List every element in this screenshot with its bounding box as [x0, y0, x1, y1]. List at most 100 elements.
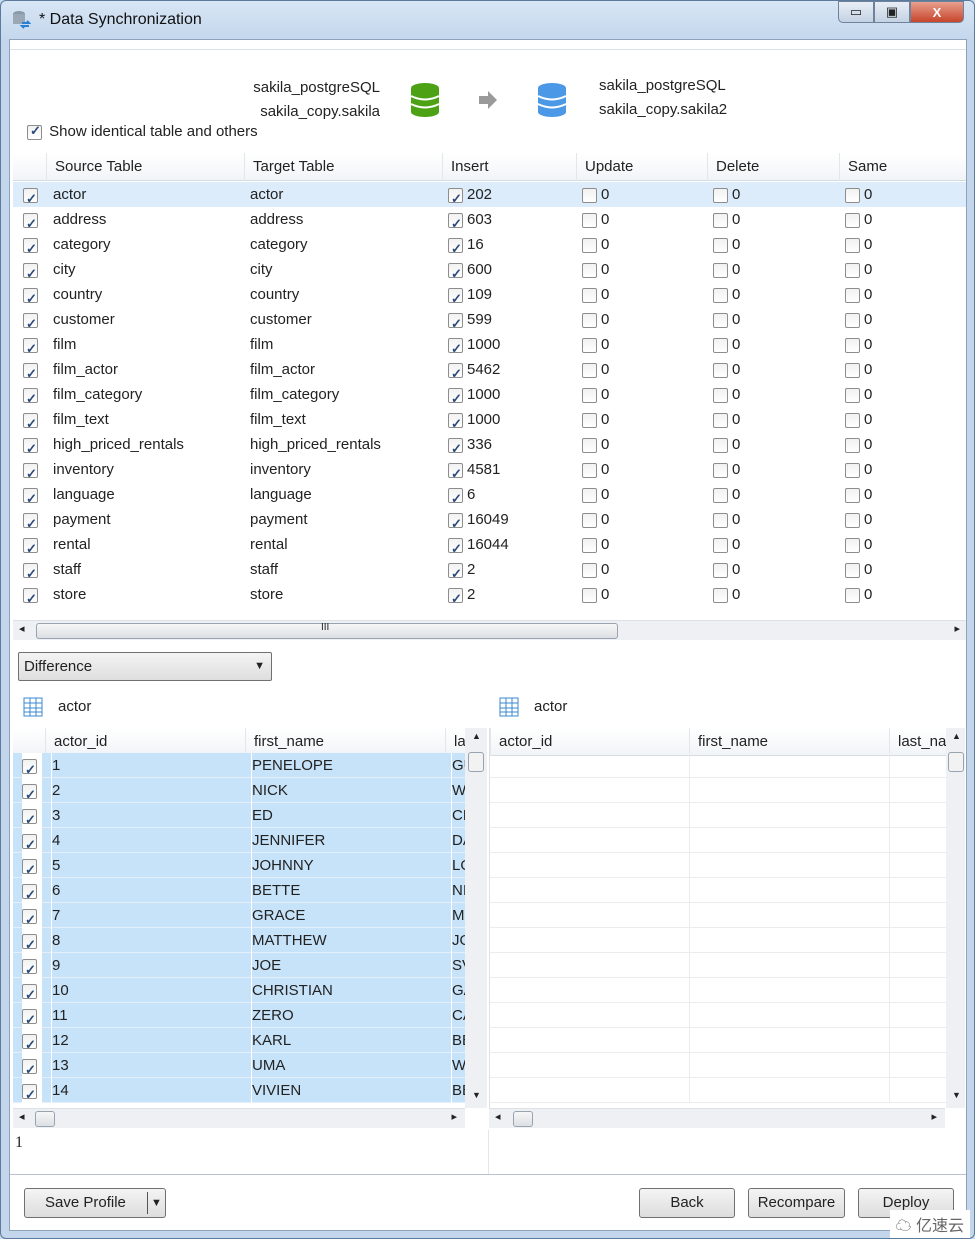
table-row[interactable]: actor actor 202 0 0 0	[13, 182, 966, 207]
row-checkbox[interactable]	[22, 928, 42, 953]
scrollbar-thumb[interactable]	[468, 752, 484, 772]
update-checkbox[interactable]	[582, 587, 597, 603]
row-checkbox[interactable]	[23, 507, 43, 532]
delete-checkbox[interactable]	[713, 512, 728, 528]
delete-count[interactable]: 0	[713, 557, 833, 582]
data-row[interactable]: 9 JOE SV	[13, 953, 466, 978]
column-header-source-table[interactable]: Source Table	[46, 153, 244, 181]
same-count[interactable]: 0	[845, 482, 965, 507]
insert-checkbox[interactable]	[448, 436, 463, 457]
same-checkbox[interactable]	[845, 287, 860, 303]
update-checkbox[interactable]	[582, 487, 597, 503]
vertical-scrollbar[interactable]: ▲ ▼	[465, 728, 487, 1108]
update-count[interactable]: 0	[582, 582, 702, 607]
column-header-1[interactable]: first_name	[689, 728, 889, 756]
checkbox[interactable]	[22, 832, 37, 853]
insert-checkbox[interactable]	[448, 561, 463, 582]
checkbox[interactable]	[23, 336, 38, 357]
update-count[interactable]: 0	[582, 332, 702, 357]
insert-checkbox[interactable]	[448, 586, 463, 607]
table-row[interactable]: city city 600 0 0 0	[13, 257, 966, 282]
delete-checkbox[interactable]	[713, 237, 728, 253]
delete-count[interactable]: 0	[713, 507, 833, 532]
vertical-scrollbar[interactable]: ▲ ▼	[946, 728, 965, 1108]
delete-checkbox[interactable]	[713, 187, 728, 203]
column-header-insert[interactable]: Insert	[442, 153, 576, 181]
delete-count[interactable]: 0	[713, 307, 833, 332]
update-checkbox[interactable]	[582, 187, 597, 203]
row-checkbox[interactable]	[22, 753, 42, 778]
insert-checkbox[interactable]	[448, 186, 463, 207]
row-checkbox[interactable]	[22, 1028, 42, 1053]
delete-count[interactable]: 0	[713, 457, 833, 482]
insert-count[interactable]: 16	[448, 232, 568, 257]
insert-checkbox[interactable]	[448, 211, 463, 232]
data-row[interactable]: 10 CHRISTIAN GA	[13, 978, 466, 1003]
dropdown-arrow-icon[interactable]: ▼	[151, 1189, 162, 1217]
delete-checkbox[interactable]	[713, 412, 728, 428]
insert-checkbox[interactable]	[448, 236, 463, 257]
checkbox[interactable]	[23, 586, 38, 607]
table-row[interactable]: store store 2 0 0 0	[13, 582, 966, 607]
same-count[interactable]: 0	[845, 232, 965, 257]
checkbox[interactable]	[22, 982, 37, 1003]
checkbox[interactable]	[23, 436, 38, 457]
same-count[interactable]: 0	[845, 432, 965, 457]
insert-count[interactable]: 336	[448, 432, 568, 457]
insert-count[interactable]: 109	[448, 282, 568, 307]
same-count[interactable]: 0	[845, 307, 965, 332]
insert-count[interactable]: 599	[448, 307, 568, 332]
column-header-0[interactable]: actor_id	[45, 728, 245, 756]
insert-count[interactable]: 16049	[448, 507, 568, 532]
update-count[interactable]: 0	[582, 357, 702, 382]
same-count[interactable]: 0	[845, 407, 965, 432]
checkbox[interactable]	[23, 236, 38, 257]
same-count[interactable]: 0	[845, 507, 965, 532]
checkbox[interactable]	[23, 511, 38, 532]
update-count[interactable]: 0	[582, 257, 702, 282]
back-button[interactable]: Back	[639, 1188, 735, 1218]
table-row[interactable]: inventory inventory 4581 0 0 0	[13, 457, 966, 482]
insert-checkbox[interactable]	[448, 311, 463, 332]
data-row[interactable]: 7 GRACE M	[13, 903, 465, 928]
insert-checkbox[interactable]	[448, 386, 463, 407]
same-count[interactable]: 0	[845, 282, 965, 307]
update-checkbox[interactable]	[582, 262, 597, 278]
row-checkbox[interactable]	[23, 432, 43, 457]
source-detail-text[interactable]: 1	[13, 1130, 487, 1174]
checkbox[interactable]	[23, 311, 38, 332]
table-row[interactable]: address address 603 0 0 0	[13, 207, 966, 232]
row-checkbox[interactable]	[22, 1078, 42, 1103]
insert-count[interactable]: 4581	[448, 457, 568, 482]
scrollbar-thumb[interactable]	[35, 1111, 55, 1127]
data-row[interactable]: 2 NICK W	[13, 778, 466, 803]
delete-count[interactable]: 0	[713, 332, 833, 357]
table-horizontal-scrollbar[interactable]: ◂ III ▸	[13, 620, 966, 640]
delete-count[interactable]: 0	[713, 357, 833, 382]
same-count[interactable]: 0	[845, 182, 965, 207]
update-checkbox[interactable]	[582, 337, 597, 353]
update-count[interactable]: 0	[582, 482, 702, 507]
delete-checkbox[interactable]	[713, 287, 728, 303]
delete-count[interactable]: 0	[713, 232, 833, 257]
update-checkbox[interactable]	[582, 387, 597, 403]
same-checkbox[interactable]	[845, 387, 860, 403]
row-checkbox[interactable]	[22, 803, 42, 828]
insert-checkbox[interactable]	[448, 361, 463, 382]
column-header-2[interactable]: last_nai	[889, 728, 949, 756]
row-checkbox[interactable]	[22, 828, 42, 853]
update-checkbox[interactable]	[582, 287, 597, 303]
delete-checkbox[interactable]	[713, 337, 728, 353]
data-row[interactable]: 12 KARL BE	[13, 1028, 466, 1053]
insert-count[interactable]: 5462	[448, 357, 568, 382]
checkbox[interactable]	[27, 123, 42, 140]
update-count[interactable]: 0	[582, 382, 702, 407]
table-row[interactable]: film_actor film_actor 5462 0 0 0	[13, 357, 966, 382]
same-checkbox[interactable]	[845, 462, 860, 478]
row-checkbox[interactable]	[23, 457, 43, 482]
insert-checkbox[interactable]	[448, 411, 463, 432]
same-checkbox[interactable]	[845, 537, 860, 553]
data-row[interactable]: 4 JENNIFER DA	[13, 828, 466, 853]
same-count[interactable]: 0	[845, 332, 965, 357]
data-row[interactable]: 14 VIVIEN BE	[13, 1078, 466, 1103]
